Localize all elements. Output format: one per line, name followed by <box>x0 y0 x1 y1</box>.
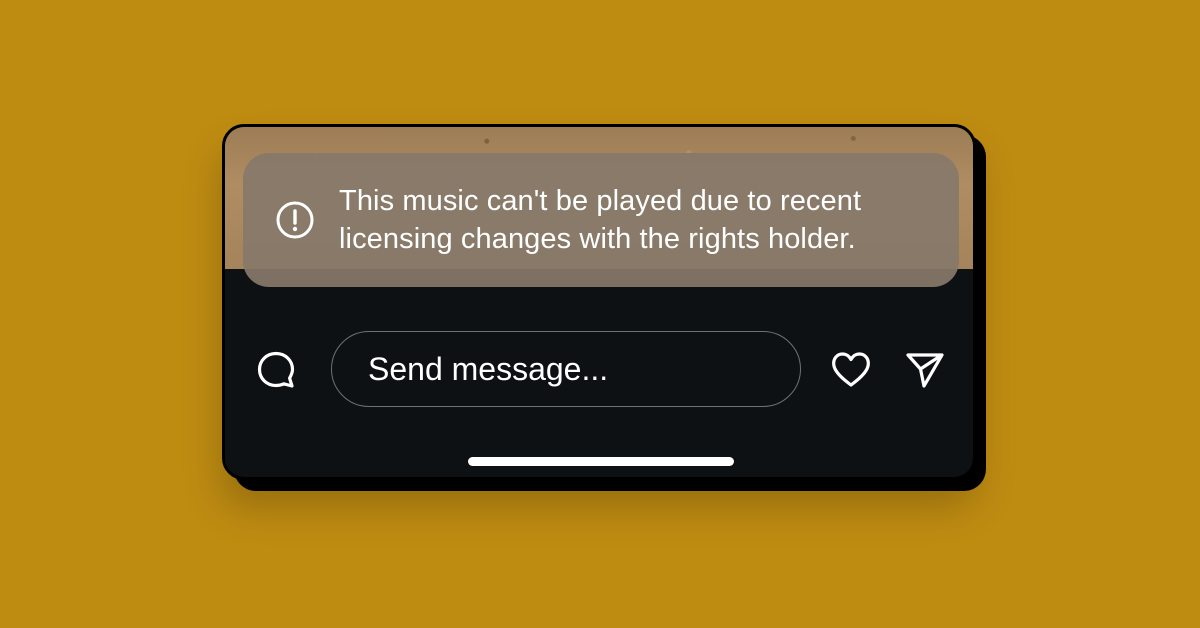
alert-circle-icon <box>275 200 315 240</box>
heart-icon[interactable] <box>829 349 873 391</box>
story-viewer: This music can't be played due to recent… <box>222 124 976 480</box>
message-composer <box>225 331 973 407</box>
comment-bubble-icon[interactable] <box>255 349 297 391</box>
toast-message: This music can't be played due to recent… <box>339 185 862 255</box>
home-indicator[interactable] <box>468 457 734 466</box>
send-message-input[interactable] <box>331 331 801 407</box>
send-icon[interactable] <box>903 349 947 391</box>
licensing-alert-toast: This music can't be played due to recent… <box>243 153 959 287</box>
